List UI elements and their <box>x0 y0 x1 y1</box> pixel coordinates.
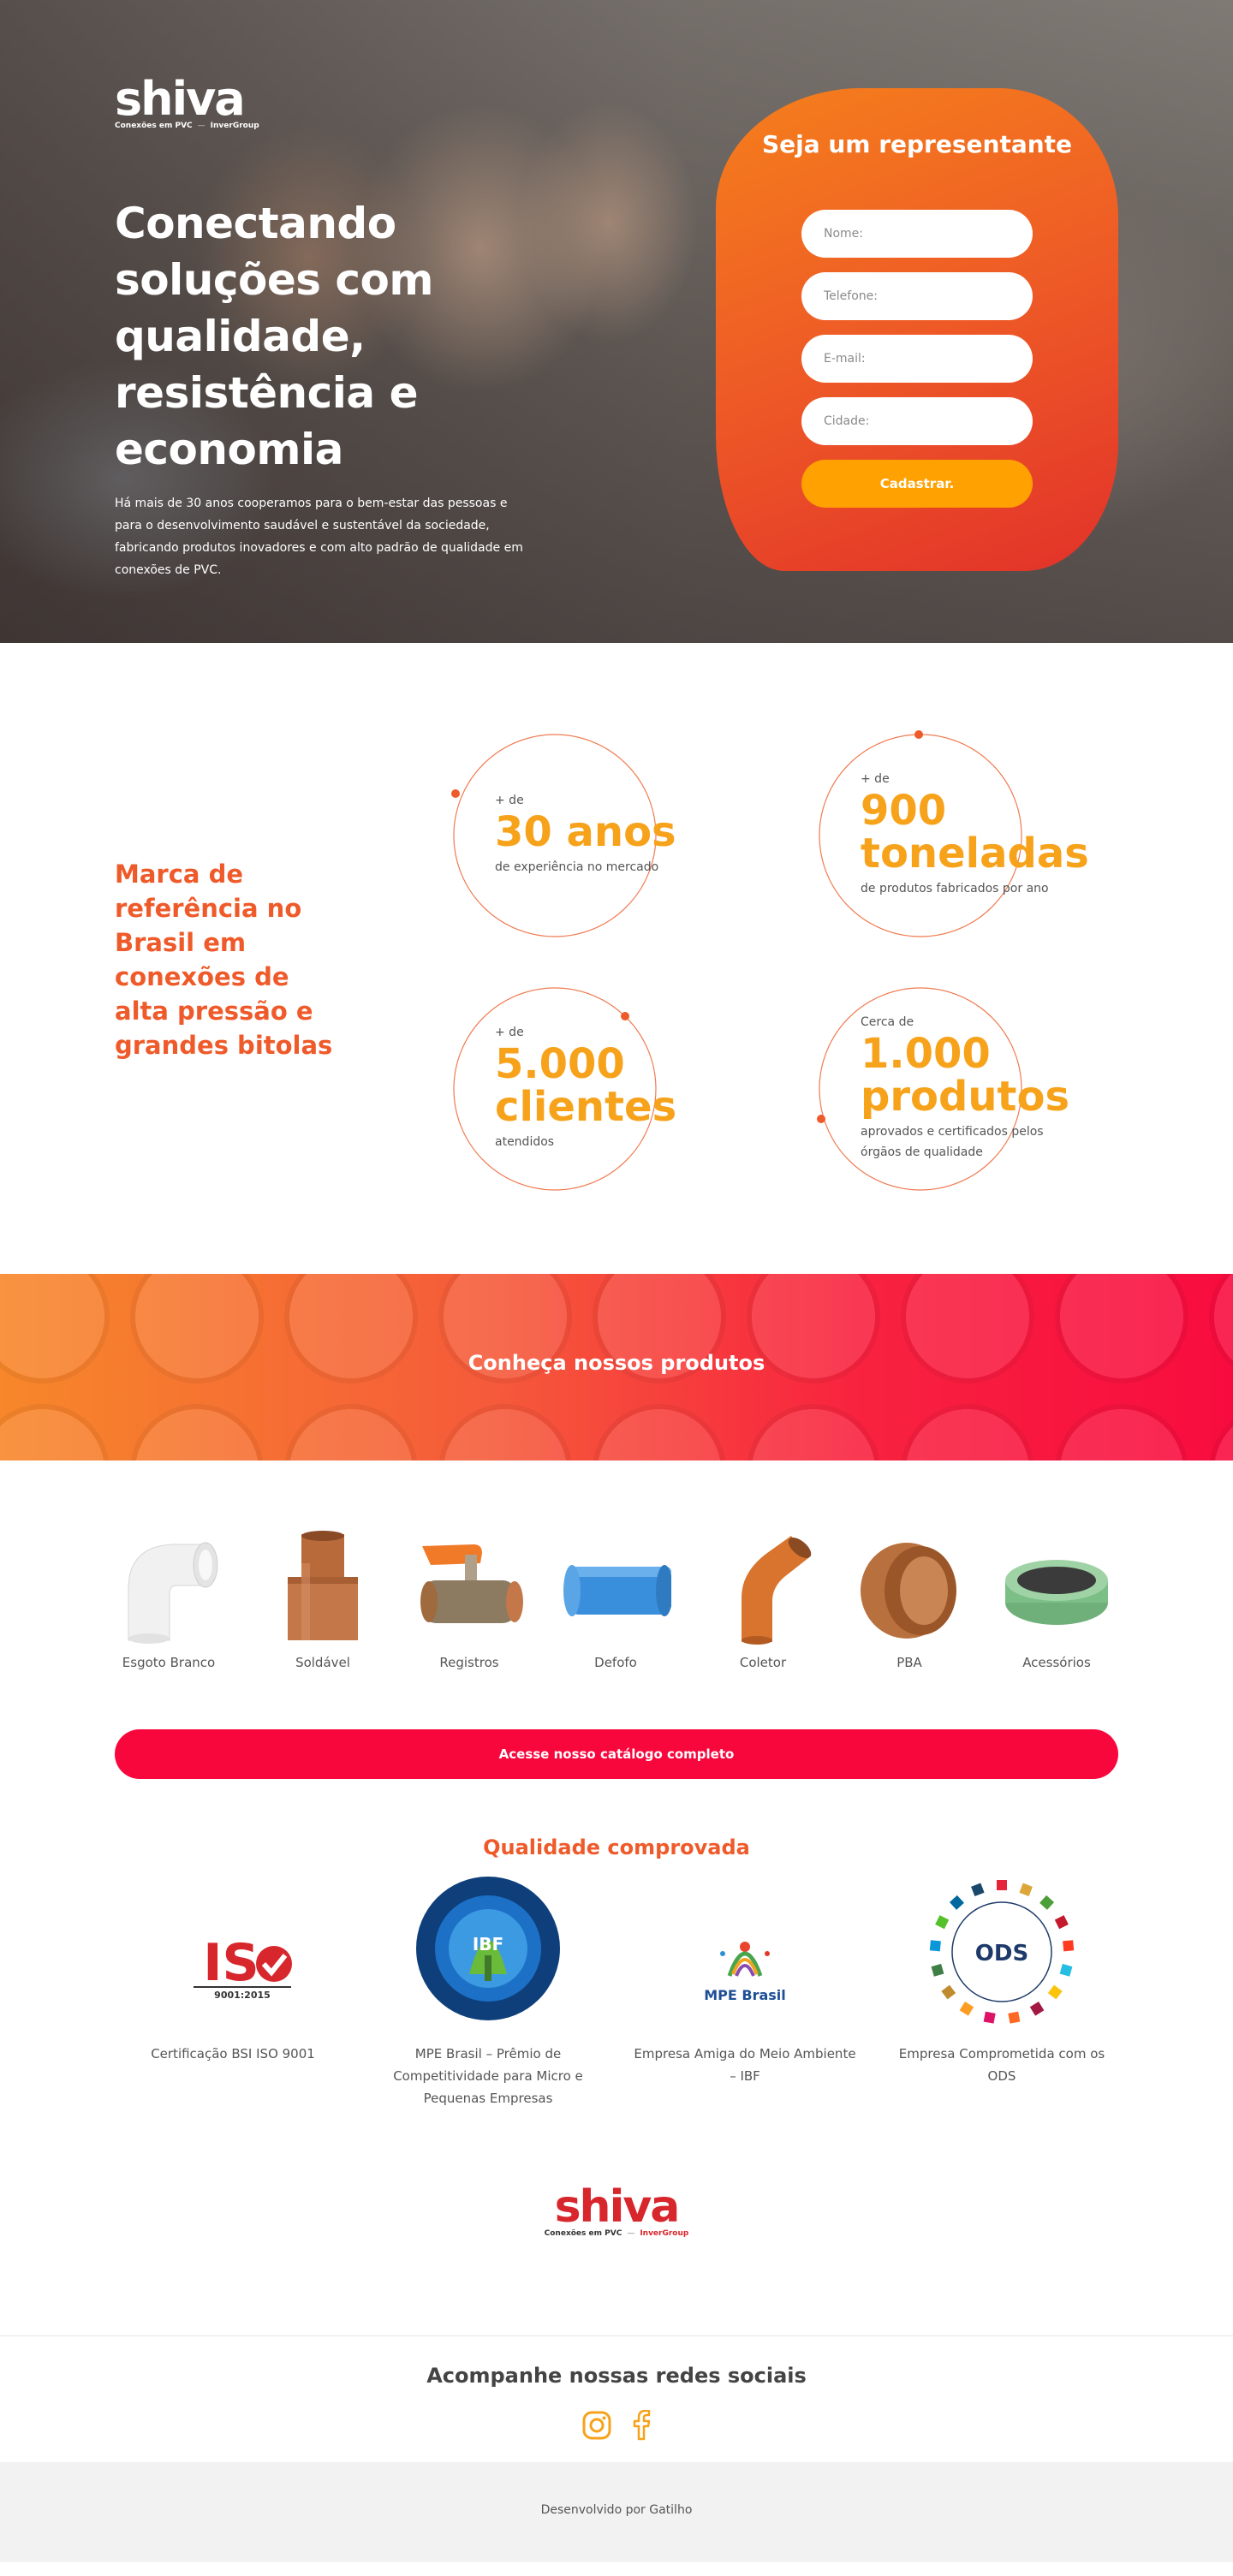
elbow-pipe-icon <box>113 1529 224 1645</box>
stat-item: + de 900 toneladas de produtos fabricado… <box>813 729 1089 943</box>
social-icons <box>0 2409 1233 2444</box>
accessory-ring-icon <box>1001 1529 1112 1645</box>
cert-label: Empresa Comprometida com os ODS <box>898 2046 1105 2084</box>
footer-brand-wordmark: shiva <box>554 2181 681 2233</box>
stat-prefix: + de <box>495 1026 524 1039</box>
stats-section: Marca de referência no Brasil em conexõe… <box>0 643 1233 1274</box>
cert-label: Empresa Amiga do Meio Ambiente – IBF <box>634 2046 856 2084</box>
stat-description: aprovados e certificados pelos órgãos de… <box>861 1125 1044 1159</box>
stat-value: 5.000 clientes <box>495 1040 677 1131</box>
stat-description: de experiência no mercado <box>495 860 659 874</box>
stats-heading: Marca de referência no Brasil em conexõe… <box>115 860 333 1060</box>
brand-tagline: Conexões em PVC <box>115 122 193 130</box>
footer-logo[interactable]: shiva Conexões em PVC — InverGroup <box>0 2183 1233 2238</box>
certifications-section: IS 9001:2015 Certificação BSI ISO 9001 I… <box>0 1877 1233 2335</box>
products-banner: Conheça nossos produtos <box>0 1274 1233 1461</box>
product-item[interactable]: PBA <box>845 1529 974 1670</box>
social-section: Acompanhe nossas redes sociais <box>0 2335 1233 2462</box>
stat-value: 1.000 produtos <box>861 1030 1070 1121</box>
stat-item: + de 30 anos de experiência no mercado <box>448 729 676 943</box>
submit-button[interactable]: Cadastrar. <box>801 460 1033 508</box>
iso-badge-icon: IS 9001:2015 <box>122 1880 344 2043</box>
coupling-icon <box>560 1529 673 1645</box>
svg-text:IBF: IBF <box>473 1934 503 1954</box>
name-field[interactable] <box>801 210 1033 258</box>
stat-item: Cerca de 1.000 produtos aprovados e cert… <box>813 982 1069 1196</box>
reducer-pipe-icon <box>267 1529 378 1645</box>
product-label: Soldável <box>295 1655 350 1670</box>
stat-value: 900 toneladas <box>861 787 1089 878</box>
product-label: Coletor <box>739 1655 787 1670</box>
social-title: Acompanhe nossas redes sociais <box>426 2364 807 2388</box>
brand-wordmark: shiva <box>115 72 246 126</box>
product-item[interactable]: Defofo <box>551 1529 680 1670</box>
stat-body: + de 30 anos de experiência no mercado <box>495 729 735 943</box>
ibf-seal-icon: IBF <box>377 1854 599 2043</box>
hero-title: Conectando soluções com qualidade, resis… <box>115 199 434 474</box>
stat-body: + de 5.000 clientes atendidos <box>495 982 735 1196</box>
footer-brand-subline: Conexões em PVC — InverGroup <box>0 2229 1233 2238</box>
cert-item: IBF MPE Brasil – Prêmio de Competitivida… <box>377 1854 599 2109</box>
product-item[interactable]: Registros <box>405 1529 533 1670</box>
city-field[interactable] <box>801 397 1033 445</box>
brand-logo[interactable]: shiva Conexões em PVC — InverGroup <box>115 72 259 131</box>
cert-item: IS 9001:2015 Certificação BSI ISO 9001 <box>122 1880 344 2065</box>
hero-text: Há mais de 30 anos cooperamos para o bem… <box>115 497 523 577</box>
products-section: Esgoto Branco Soldável Registros Defofo … <box>0 1461 1233 1880</box>
footer-brand-group: InverGroup <box>640 2229 689 2238</box>
instagram-icon[interactable] <box>581 2410 612 2444</box>
stat-description: atendidos <box>495 1135 555 1149</box>
brand-subline: Conexões em PVC — InverGroup <box>115 122 259 130</box>
cert-item: ODS Empresa Comprometida com os ODS <box>890 1861 1113 2087</box>
email-field[interactable] <box>801 335 1033 383</box>
stat-body: + de 900 toneladas de produtos fabricado… <box>861 729 1100 943</box>
product-label: Registros <box>439 1655 499 1670</box>
stat-item: + de 5.000 clientes atendidos <box>448 982 676 1196</box>
product-label: Esgoto Branco <box>122 1655 216 1670</box>
svg-text:9001:2015: 9001:2015 <box>214 1990 271 2001</box>
mpe-brasil-logo-icon: MPE Brasil <box>634 1880 856 2043</box>
product-item[interactable]: Acessórios <box>992 1529 1121 1670</box>
brand-group: InverGroup <box>210 122 259 130</box>
product-item[interactable]: Soldável <box>259 1529 387 1670</box>
cert-label: MPE Brasil – Prêmio de Competitividade p… <box>393 2046 583 2106</box>
hero-section: shiva Conexões em PVC — InverGroup Conec… <box>0 0 1233 643</box>
stat-prefix: + de <box>861 772 890 786</box>
product-label: PBA <box>896 1655 922 1670</box>
stat-description: de produtos fabricados por ano <box>861 882 1049 895</box>
representative-form: Seja um representante Cadastrar. <box>716 88 1118 571</box>
footer-brand-tagline: Conexões em PVC <box>544 2229 622 2238</box>
quality-title: Qualidade comprovada <box>483 1835 750 1859</box>
product-item[interactable]: Esgoto Branco <box>104 1529 233 1670</box>
developer-credit[interactable]: Desenvolvido por Gatilho <box>541 2503 693 2517</box>
collector-elbow-icon <box>707 1529 819 1645</box>
cert-label: Certificação BSI ISO 9001 <box>151 2046 315 2061</box>
footer: Desenvolvido por Gatilho <box>0 2462 1233 2562</box>
valve-icon <box>414 1529 525 1645</box>
ods-seal-icon: ODS <box>890 1861 1113 2043</box>
facebook-icon[interactable] <box>631 2409 652 2444</box>
products-banner-title: Conheça nossos produtos <box>468 1351 765 1375</box>
cert-item: MPE Brasil Empresa Amiga do Meio Ambient… <box>634 1880 856 2087</box>
footer-brand-separator: — <box>627 2229 635 2238</box>
form-title: Seja um representante <box>761 130 1073 158</box>
svg-text:IS: IS <box>203 1933 259 1993</box>
stat-value: 30 anos <box>495 808 676 856</box>
pba-fitting-icon <box>854 1529 965 1645</box>
product-label: Defofo <box>594 1655 637 1670</box>
svg-text:MPE Brasil: MPE Brasil <box>704 1987 786 2003</box>
stat-prefix: Cerca de <box>861 1015 914 1029</box>
product-label: Acessórios <box>1022 1655 1091 1670</box>
product-item[interactable]: Coletor <box>699 1529 827 1670</box>
brand-separator: — <box>197 122 206 130</box>
phone-field[interactable] <box>801 272 1033 320</box>
stat-prefix: + de <box>495 794 524 807</box>
svg-text:ODS: ODS <box>975 1941 1028 1966</box>
stat-body: Cerca de 1.000 produtos aprovados e cert… <box>861 982 1100 1196</box>
catalog-button[interactable]: Acesse nosso catálogo completo <box>115 1729 1118 1779</box>
